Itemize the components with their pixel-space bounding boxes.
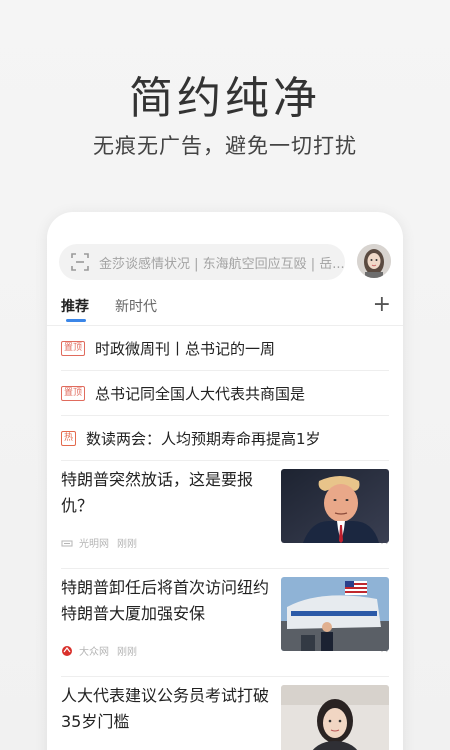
news-time: 刚刚 [117,539,137,550]
tab-active-indicator [66,319,86,322]
list-item[interactable]: 热 数读两会：人均预期寿命再提高1岁 [61,416,389,461]
search-bar-row: 金莎谈感情状况 | 东海航空回应互殴 | 岳... [59,242,391,282]
list-item-title: 时政微周刊丨总书记的一周 [95,339,276,358]
news-source: 大众网 [79,647,109,658]
search-input[interactable]: 金莎谈感情状况 | 东海航空回应互殴 | 岳... [59,244,345,280]
phone-screen: 金莎谈感情状况 | 东海航空回应互殴 | 岳... 推荐 新时代 + 置顶 时政… [47,212,403,750]
scan-icon[interactable] [71,253,89,271]
news-meta: 光明网 刚刚 [61,535,271,550]
tab-recommend[interactable]: 推荐 [61,296,89,316]
list-item-title: 数读两会：人均预期寿命再提高1岁 [86,429,321,448]
news-card[interactable]: 特朗普突然放话，这是要报仇？ 光明网 刚刚 ✕ [61,461,389,569]
pinned-tag: 置顶 [61,340,86,356]
promo-subtitle: 无痕无广告，避免一切打扰 [93,134,357,158]
news-title: 人大代表建议公务员考试打破35岁门槛 [61,686,270,731]
search-hint-text: 金莎谈感情状况 | 东海航空回应互殴 | 岳... [99,256,345,272]
news-thumbnail [281,577,389,651]
tab-bar: 推荐 新时代 + [61,292,391,326]
news-thumbnail [281,685,389,750]
news-time: 刚刚 [117,647,137,658]
source-logo-icon [61,540,73,546]
news-source: 光明网 [79,539,109,550]
news-meta: 大众网 刚刚 [61,643,271,658]
source-logo-icon [62,645,72,656]
tab-new-era[interactable]: 新时代 [115,296,157,316]
news-card[interactable]: 人大代表建议公务员考试打破35岁门槛 [61,677,389,750]
pinned-tag: 置顶 [61,385,86,401]
hot-tag: 热 [61,430,77,446]
news-thumbnail [281,469,389,543]
list-item[interactable]: 置顶 总书记同全国人大代表共商国是 [61,371,389,416]
add-channel-icon[interactable]: + [373,292,391,317]
promo-title: 简约纯净 [129,73,321,124]
list-item[interactable]: 置顶 时政微周刊丨总书记的一周 [61,326,389,371]
news-title: 特朗普卸任后将首次访问纽约 特朗普大厦加强安保 [61,578,270,623]
list-item-title: 总书记同全国人大代表共商国是 [95,384,306,403]
news-title: 特朗普突然放话，这是要报仇？ [61,470,254,515]
avatar[interactable] [357,244,391,278]
news-card[interactable]: 特朗普卸任后将首次访问纽约 特朗普大厦加强安保 大众网 刚刚 ✕ [61,569,389,677]
